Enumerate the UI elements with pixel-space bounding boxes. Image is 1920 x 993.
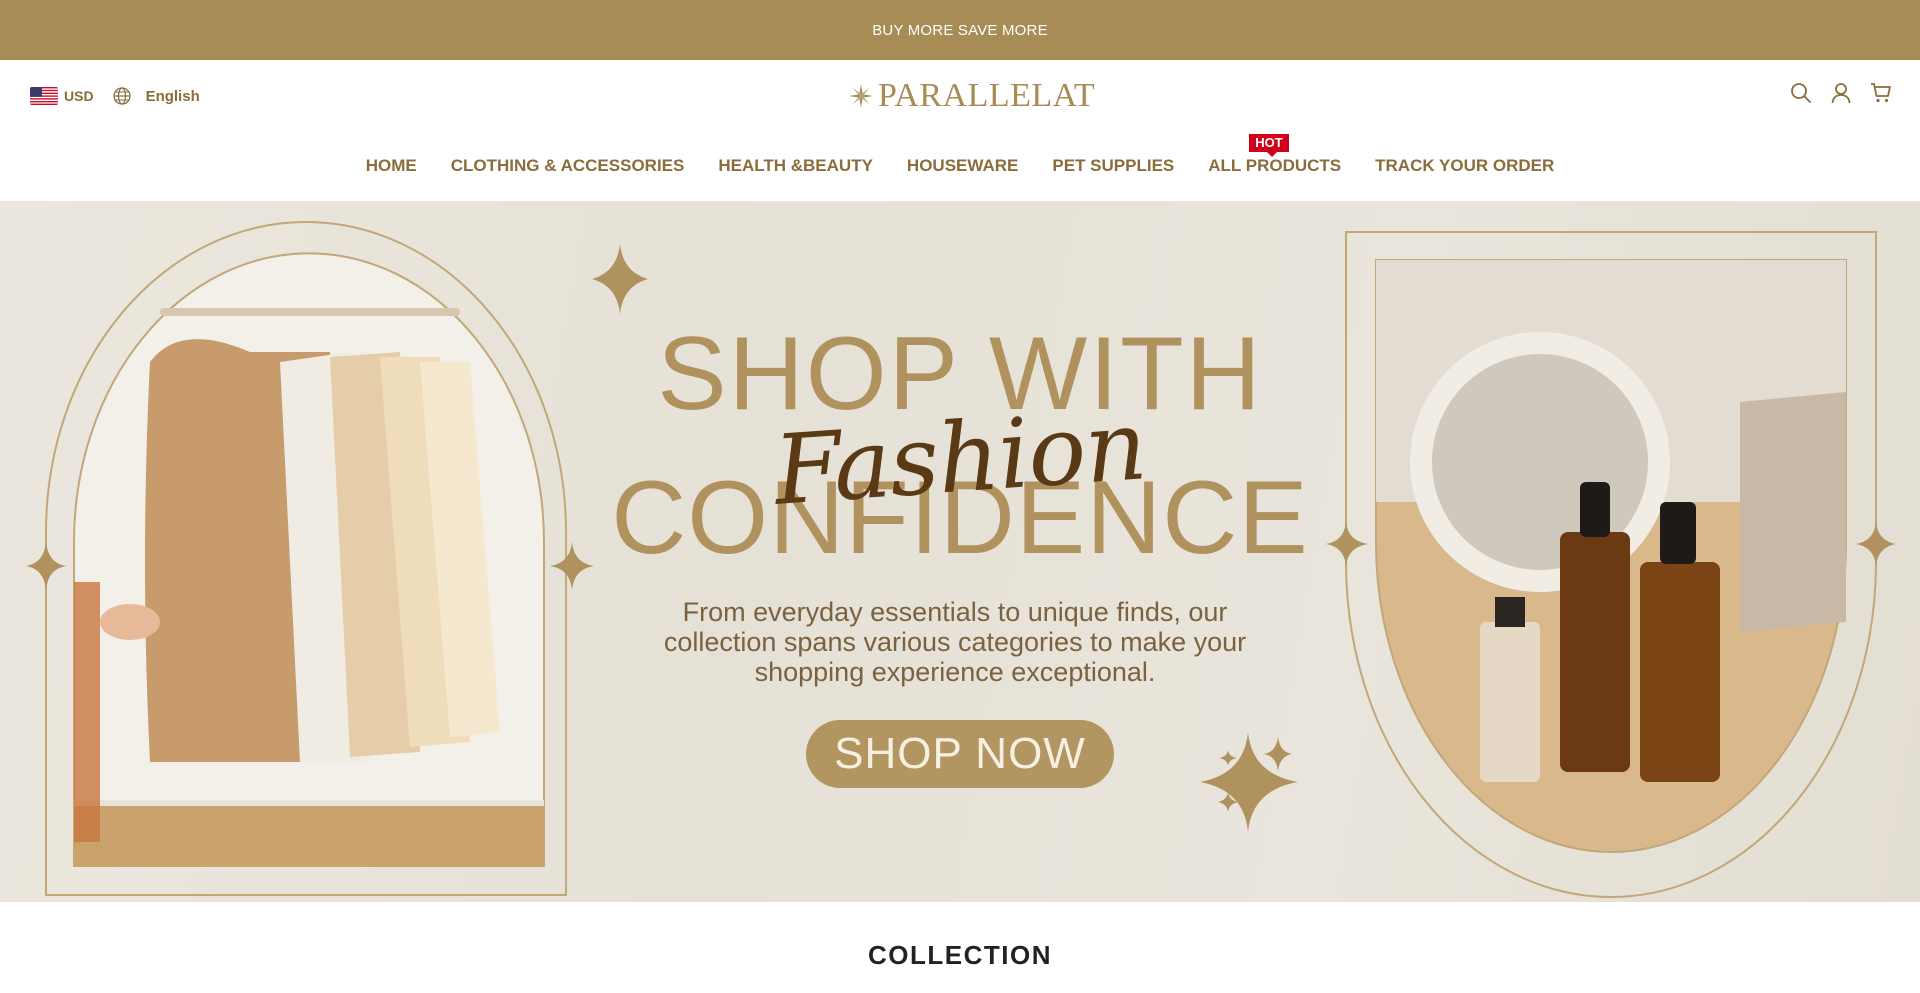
logo-star-icon: [849, 84, 873, 108]
site-header: USD English PARALLELAT HOME CLOTHING & A…: [0, 60, 1920, 202]
nav-health-beauty[interactable]: HEALTH &BEAUTY: [718, 156, 873, 176]
search-icon[interactable]: [1790, 82, 1812, 104]
hot-badge: HOT: [1249, 134, 1289, 157]
globe-icon[interactable]: [112, 86, 132, 106]
logo-text: PARALLELAT: [878, 77, 1096, 114]
nav-home[interactable]: HOME: [366, 156, 417, 176]
collection-heading: COLLECTION: [868, 940, 1052, 970]
site-logo[interactable]: PARALLELAT: [848, 76, 1095, 116]
language-selector[interactable]: English: [146, 88, 200, 105]
header-icons: [1790, 82, 1892, 104]
nav-all-products[interactable]: ALL PRODUCTS HOT: [1208, 134, 1342, 176]
us-flag-icon[interactable]: [30, 87, 58, 105]
nav-all-products-label: ALL PRODUCTS: [1208, 156, 1342, 175]
hero-banner[interactable]: SHOP WITH CONFIDENCE Fashion From everyd…: [0, 202, 1920, 902]
shop-now-button[interactable]: SHOP NOW: [806, 720, 1114, 788]
nav-houseware[interactable]: HOUSEWARE: [907, 156, 1018, 176]
main-nav: HOME CLOTHING & ACCESSORIES HEALTH &BEAU…: [0, 134, 1920, 176]
user-icon[interactable]: [1830, 82, 1852, 104]
nav-clothing-accessories[interactable]: CLOTHING & ACCESSORIES: [451, 156, 685, 176]
announcement-bar: ⁣BUY MORE SAVE MORE⁣: [0, 0, 1920, 60]
cart-icon[interactable]: [1870, 82, 1892, 104]
announcement-text: ⁣BUY MORE SAVE MORE⁣: [872, 21, 1048, 39]
locale-selector: USD English: [30, 82, 200, 110]
nav-track-order[interactable]: TRACK YOUR ORDER: [1375, 156, 1554, 176]
currency-selector[interactable]: USD: [64, 88, 94, 104]
hero-subtext: From everyday essentials to unique finds…: [663, 597, 1247, 687]
nav-pet-supplies[interactable]: PET SUPPLIES: [1052, 156, 1174, 176]
